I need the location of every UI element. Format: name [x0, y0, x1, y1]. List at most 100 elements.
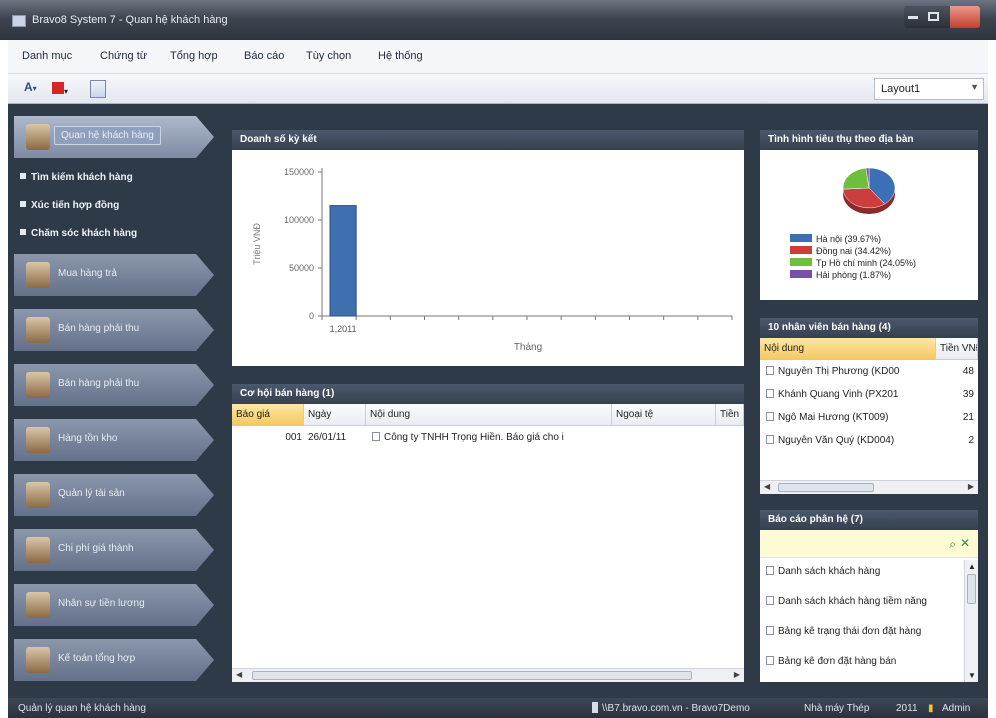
menu-bao-cao[interactable]: Báo cáo [244, 50, 284, 62]
highlight-icon[interactable]: ▾ [52, 80, 74, 98]
row-name: Khánh Quang Vinh (PX201 [766, 389, 934, 400]
checkbox[interactable] [766, 366, 774, 375]
subnav-label: Xúc tiến hợp đồng [31, 200, 120, 211]
col-tien[interactable]: Tiền [716, 404, 744, 426]
accounting-icon [26, 647, 50, 673]
list-item[interactable]: Danh sách khách hàng tiềm năng [766, 596, 964, 614]
col-ngay[interactable]: Ngày [304, 404, 366, 426]
nav-item-payroll[interactable]: Nhân sự tiền lương [14, 584, 214, 626]
horizontal-scrollbar[interactable]: ◀ ▶ [232, 668, 744, 682]
checkbox[interactable] [766, 435, 774, 444]
nav-item-label: Nhân sự tiền lương [58, 598, 145, 609]
costing-icon [26, 537, 50, 563]
nav-item-purchasing[interactable]: Mua hàng trả [14, 254, 214, 296]
nav-item-label: Chi phí giá thành [58, 543, 134, 554]
table-row[interactable]: Nguyễn Văn Quý (KD004) 2 [760, 433, 978, 451]
x-tick-label: 1,2011 [330, 324, 357, 334]
top-sales-panel: 10 nhân viên bán hàng (4) Nội dung Tiền … [760, 318, 978, 494]
col-tien-vnd[interactable]: Tiền VNĐ [936, 338, 978, 360]
scroll-thumb[interactable] [778, 483, 874, 492]
col-noi-dung[interactable]: Nội dung [760, 338, 936, 360]
subnav-customer-care[interactable]: Chăm sóc khách hàng [20, 228, 137, 239]
vertical-scrollbar[interactable]: ▲ ▼ [964, 560, 978, 682]
col-noi-dung[interactable]: Nội dung [366, 404, 612, 426]
table-row[interactable]: Khánh Quang Vinh (PX201 39 [760, 387, 978, 405]
nav-item-label: Quản lý tài sản [58, 488, 125, 499]
layout-value: Layout1 [881, 83, 921, 95]
status-user: Admin [942, 703, 971, 714]
col-bao-gia[interactable]: Báo giá [232, 404, 304, 426]
checkbox[interactable] [766, 596, 774, 605]
reports-panel: Báo cáo phân hệ (7) ⌕ ✕ Danh sách khách … [760, 510, 978, 682]
top-sales-title: 10 nhân viên bán hàng (4) [760, 318, 978, 338]
app-icon [12, 15, 26, 27]
row-code: 001 [285, 432, 302, 443]
table-row[interactable]: Nguyễn Thị Phương (KD00 48 [760, 364, 978, 382]
row-amount: 48 [962, 366, 974, 377]
list-item-label: Danh sách khách hàng tiềm năng [778, 596, 927, 607]
checkbox[interactable] [766, 656, 774, 665]
checkbox[interactable] [766, 626, 774, 635]
sales-chart: 0 50000 100000 150000 1,2011 Tháng Triệu VNĐ [252, 167, 733, 353]
opportunity-grid: Báo giá Ngày Nội dung Ngoại tệ Tiền 001 … [232, 404, 744, 668]
checkbox[interactable] [766, 412, 774, 421]
reports-list: Danh sách khách hàng Danh sách khách hàn… [760, 560, 964, 682]
status-branch: Nhà máy Thép [804, 703, 870, 714]
nav-item-costing[interactable]: Chi phí giá thành [14, 529, 214, 571]
menu-he-thong[interactable]: Hệ thống [378, 50, 423, 62]
nav-item-general-accounting[interactable]: Kế toán tổng hợp [14, 639, 214, 681]
list-item[interactable]: Bảng kê đơn đặt hàng bán [766, 656, 964, 674]
reports-search-bar[interactable]: ⌕ ✕ [760, 530, 978, 558]
checkbox[interactable] [766, 566, 774, 575]
y-tick-label: 50000 [289, 263, 314, 273]
scroll-thumb[interactable] [252, 671, 692, 680]
search-icon[interactable]: ⌕ [949, 537, 956, 552]
maximize-button[interactable] [928, 12, 939, 21]
close-button[interactable] [950, 6, 980, 28]
nav-item-crm[interactable]: Quan hệ khách hàng [14, 116, 214, 158]
row-name-text: Ngô Mai Hương (KT009) [778, 412, 889, 423]
scroll-up-icon[interactable]: ▲ [968, 562, 976, 571]
nav-item-label: Bán hàng phải thu [58, 378, 140, 389]
list-item[interactable]: Danh sách khách hàng [766, 566, 964, 584]
layout-select[interactable]: Layout1 ▼ [874, 78, 984, 100]
checkbox[interactable] [766, 389, 774, 398]
subnav-label: Tìm kiếm khách hàng [31, 172, 133, 183]
list-item[interactable]: Bảng kê trạng thái đơn đặt hàng [766, 626, 964, 644]
nav-item-receivables[interactable]: Bán hàng phải thu [14, 309, 214, 351]
minimize-button[interactable] [908, 16, 918, 19]
subnav-search-customer[interactable]: Tìm kiếm khách hàng [20, 172, 133, 183]
title-bar: Bravo8 System 7 - Quan hệ khách hàng [0, 0, 996, 40]
col-ngoai-te[interactable]: Ngoại tệ [612, 404, 716, 426]
pie-legend: Hà nội (39.67%) Đồng nai (34.42%) Tp Hồ … [790, 234, 916, 282]
horizontal-scrollbar[interactable]: ◀ ▶ [760, 480, 978, 494]
nav-item-inventory[interactable]: Hàng tồn kho [14, 419, 214, 461]
toolbar: A▾ ▾ Layout1 ▼ [8, 74, 988, 104]
menu-chung-tu[interactable]: Chứng từ [100, 50, 147, 62]
nav-item-assets[interactable]: Quản lý tài sản [14, 474, 214, 516]
assets-icon [26, 482, 50, 508]
grid-icon[interactable] [90, 80, 106, 98]
subnav-contract-promotion[interactable]: Xúc tiến hợp đồng [20, 200, 119, 211]
row-amount: 21 [962, 412, 974, 423]
nav-item-sales[interactable]: Bán hàng phải thu [14, 364, 214, 406]
y-axis-label: Triệu VNĐ [252, 223, 262, 265]
receivables-icon [26, 317, 50, 343]
scroll-thumb[interactable] [967, 574, 976, 604]
font-color-icon[interactable]: A▾ [24, 80, 37, 98]
scroll-right-icon[interactable]: ▶ [968, 482, 974, 491]
table-row[interactable]: Ngô Mai Hương (KT009) 21 [760, 410, 978, 428]
scroll-left-icon[interactable]: ◀ [764, 482, 770, 491]
table-row[interactable]: 001 26/01/11 Công ty TNHH Trọng Hiền. Bá… [232, 428, 744, 446]
scroll-right-icon[interactable]: ▶ [734, 670, 740, 679]
user-icon: ▮ [928, 703, 934, 714]
close-icon[interactable]: ✕ [960, 536, 970, 550]
menu-danh-muc[interactable]: Danh mục [22, 50, 72, 62]
menu-tuy-chon[interactable]: Tùy chọn [306, 50, 351, 62]
menu-bar: Danh mục Chứng từ Tổng hợp Báo cáo Tùy c… [8, 40, 988, 74]
menu-tong-hop[interactable]: Tổng hợp [170, 50, 218, 62]
crm-icon [26, 124, 50, 150]
scroll-left-icon[interactable]: ◀ [236, 670, 242, 679]
scroll-down-icon[interactable]: ▼ [968, 671, 976, 680]
status-module: Quản lý quan hệ khách hàng [18, 703, 146, 714]
